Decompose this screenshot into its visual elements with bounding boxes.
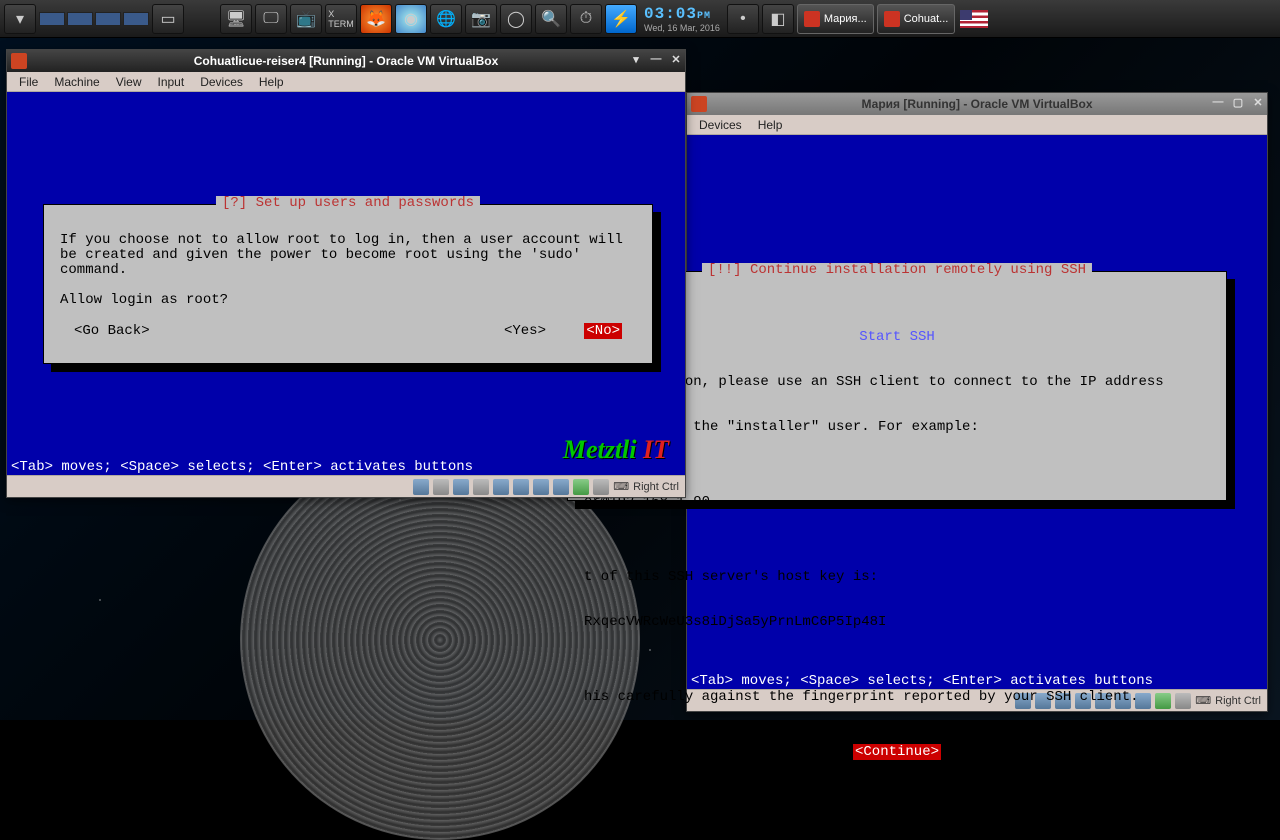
vbox-badge-icon xyxy=(804,11,820,27)
dialog-title: [?] Set up users and passwords xyxy=(216,196,480,211)
dialog-text: his carefully against the fingerprint re… xyxy=(584,690,1210,705)
network-icon[interactable] xyxy=(473,479,489,495)
clock-ampm: PM xyxy=(697,11,711,22)
battery-icon[interactable]: ⚡ xyxy=(605,4,637,34)
menu-help[interactable]: Help xyxy=(750,116,791,134)
hostkey-label: Right Ctrl xyxy=(633,481,679,493)
vbox-window-cohuatlicue: Cohuatlicue-reiser4 [Running] - Oracle V… xyxy=(6,49,686,498)
keyboard-layout-icon[interactable] xyxy=(958,4,990,34)
dialog-text: t of this SSH server's host key is: xyxy=(584,570,1210,585)
menu-launcher-icon[interactable]: ▾ xyxy=(4,4,36,34)
dialog-title: [!!] Continue installation remotely usin… xyxy=(702,263,1092,278)
clock-date: Wed, 16 Mar, 2016 xyxy=(644,23,720,33)
ssh-fingerprint: RxqecVWRcWeU3s8iDjSa5yPrnLmC6P5Ip48I xyxy=(584,615,1210,630)
minimize-button[interactable]: — xyxy=(649,52,663,66)
hdd-icon[interactable] xyxy=(413,479,429,495)
video-icon[interactable] xyxy=(553,479,569,495)
tray-icon[interactable]: • xyxy=(727,4,759,34)
menu-help[interactable]: Help xyxy=(251,73,292,91)
menu-view[interactable]: View xyxy=(108,73,150,91)
camera-icon[interactable]: 📷 xyxy=(465,4,497,34)
record-icon[interactable] xyxy=(573,479,589,495)
mouse-capture-icon[interactable] xyxy=(593,479,609,495)
firefox-icon[interactable]: 🦊 xyxy=(360,4,392,34)
window-icon xyxy=(691,96,707,112)
taskbar-label: Мария... xyxy=(824,13,867,25)
workspace-switcher[interactable] xyxy=(39,12,149,26)
yes-button[interactable]: <Yes> xyxy=(504,323,546,339)
no-button[interactable]: <No> xyxy=(584,323,622,339)
us-flag-icon xyxy=(960,10,988,28)
files-icon[interactable]: 🖥 xyxy=(220,4,252,34)
clock-time: 03:03 xyxy=(644,5,697,23)
continue-button[interactable]: <Continue> xyxy=(853,744,941,760)
hint-line: <Tab> moves; <Space> selects; <Enter> ac… xyxy=(7,460,685,475)
gauge-icon[interactable]: ⏱ xyxy=(570,4,602,34)
chromium-icon[interactable]: ◉ xyxy=(395,4,427,34)
watermark: Metztli IT xyxy=(563,442,669,457)
go-back-button[interactable]: <Go Back> xyxy=(74,324,150,339)
shared-folder-icon[interactable] xyxy=(513,479,529,495)
workspace-4[interactable] xyxy=(123,12,149,26)
show-desktop-icon[interactable]: ▭ xyxy=(152,4,184,34)
menu-file[interactable]: File xyxy=(11,73,46,91)
vm-status-bar: ⌨ Right Ctrl xyxy=(7,475,685,497)
menubar: Devices Help xyxy=(687,115,1267,135)
taskbar-item-maria[interactable]: Мария... xyxy=(797,4,874,34)
window-icon xyxy=(11,53,27,69)
clock[interactable]: 03:03PM Wed, 16 Mar, 2016 xyxy=(640,5,724,33)
vbox-window-maria: Мария [Running] - Oracle VM VirtualBox —… xyxy=(686,92,1268,712)
display-icon[interactable] xyxy=(533,479,549,495)
audio-icon[interactable] xyxy=(453,479,469,495)
window-title: Cohuatlicue-reiser4 [Running] - Oracle V… xyxy=(194,54,499,68)
workspace-1[interactable] xyxy=(39,12,65,26)
maximize-button[interactable]: ▢ xyxy=(1231,95,1245,109)
vm-screen[interactable]: [!!] Continue installation remotely usin… xyxy=(687,135,1267,689)
menu-devices[interactable]: Devices xyxy=(192,73,251,91)
optical-icon[interactable] xyxy=(433,479,449,495)
tray-icon-2[interactable]: ◧ xyxy=(762,4,794,34)
installer-dialog-users: [?] Set up users and passwords If you ch… xyxy=(43,204,653,364)
titlebar[interactable]: Cohuatlicue-reiser4 [Running] - Oracle V… xyxy=(7,50,685,72)
search-icon[interactable]: 🔍 xyxy=(535,4,567,34)
taskbar-label: Cohuat... xyxy=(904,13,949,25)
usb-icon[interactable] xyxy=(493,479,509,495)
shade-button[interactable]: ▾ xyxy=(629,52,643,66)
menu-input[interactable]: Input xyxy=(150,73,193,91)
app-icon[interactable]: ◯ xyxy=(500,4,532,34)
monitor-icon[interactable]: 🖵 xyxy=(255,4,287,34)
top-panel: ▾ ▭ 🖥 🖵 📺 XTERM 🦊 ◉ 🌐 📷 ◯ 🔍 ⏱ ⚡ 03:03PM … xyxy=(0,0,1280,38)
vbox-badge-icon xyxy=(884,11,900,27)
hint-line: <Tab> moves; <Space> selects; <Enter> ac… xyxy=(687,674,1267,689)
menubar: File Machine View Input Devices Help xyxy=(7,72,685,92)
menu-devices[interactable]: Devices xyxy=(691,116,750,134)
globe-icon[interactable]: 🌐 xyxy=(430,4,462,34)
workspace-3[interactable] xyxy=(95,12,121,26)
tv-icon[interactable]: 📺 xyxy=(290,4,322,34)
menu-machine[interactable]: Machine xyxy=(46,73,107,91)
vm-screen[interactable]: [?] Set up users and passwords If you ch… xyxy=(7,92,685,475)
taskbar-item-cohuat[interactable]: Cohuat... xyxy=(877,4,956,34)
close-button[interactable]: ✕ xyxy=(669,52,683,66)
close-button[interactable]: ✕ xyxy=(1251,95,1265,109)
dialog-body: If you choose not to allow root to log i… xyxy=(44,205,652,318)
titlebar[interactable]: Мария [Running] - Oracle VM VirtualBox —… xyxy=(687,93,1267,115)
window-title: Мария [Running] - Oracle VM VirtualBox xyxy=(862,97,1093,111)
workspace-2[interactable] xyxy=(67,12,93,26)
minimize-button[interactable]: — xyxy=(1211,95,1225,109)
xterm-icon[interactable]: XTERM xyxy=(325,4,357,34)
